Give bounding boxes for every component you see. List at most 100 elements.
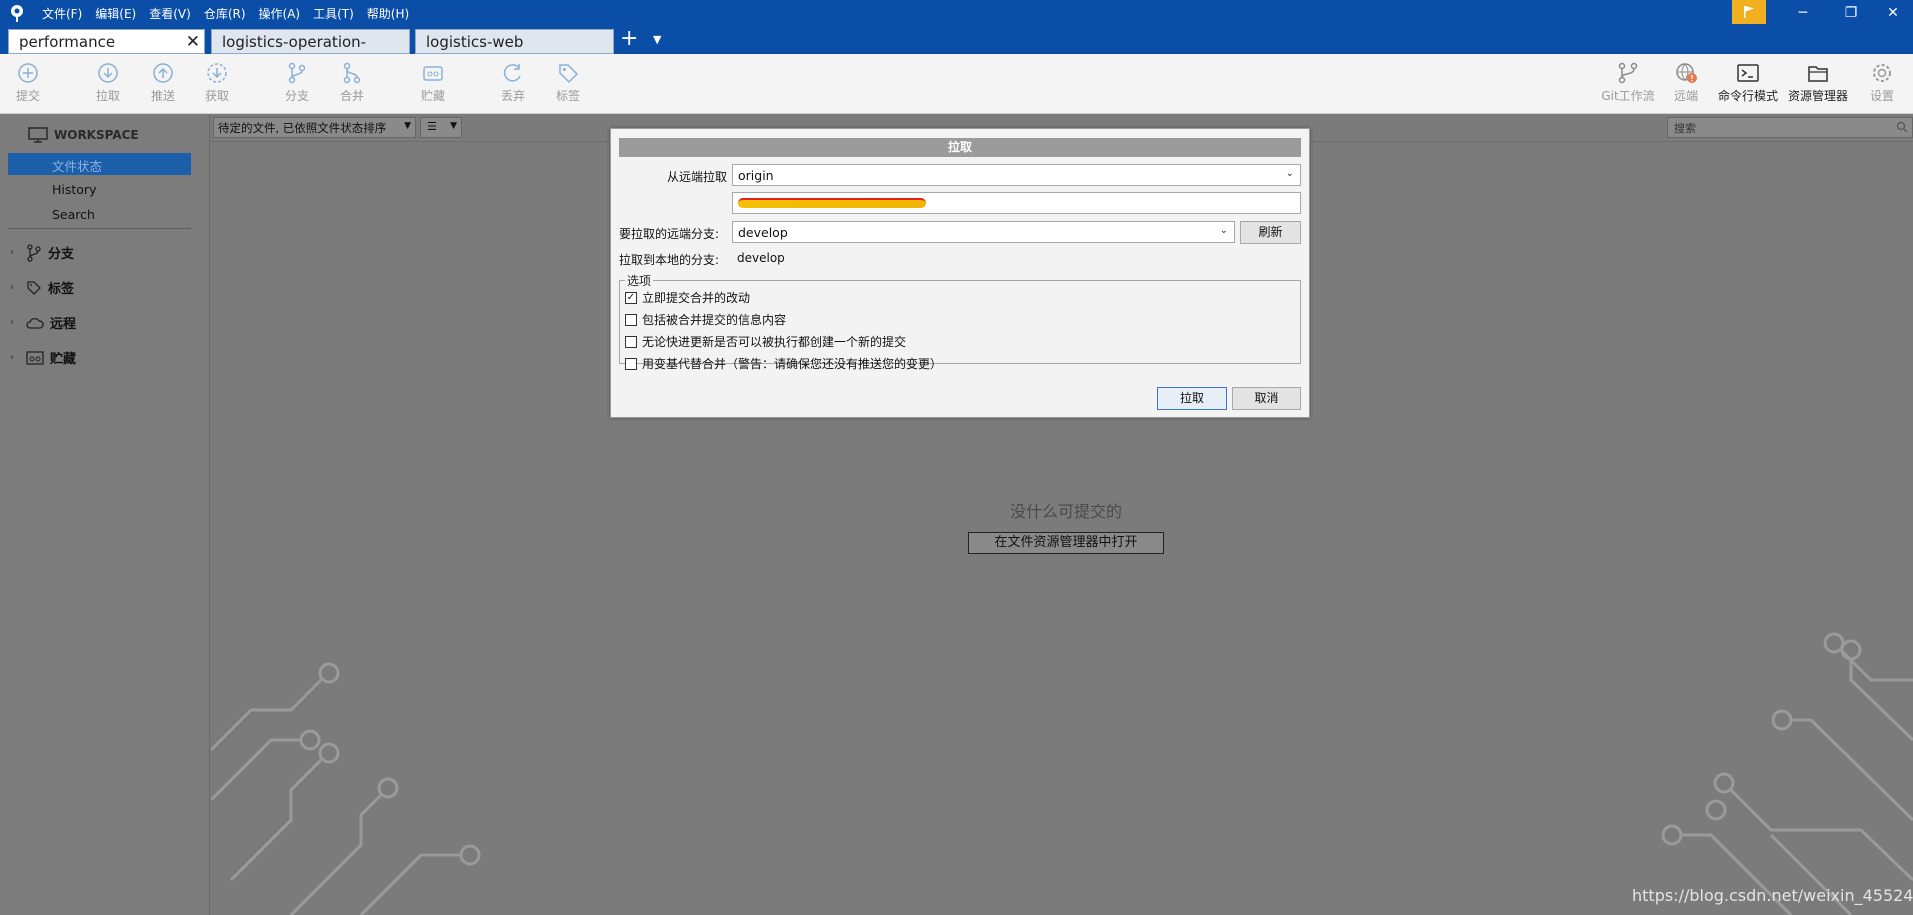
remote-label: 从远端拉取 [667,170,728,184]
gear-icon [1873,64,1891,82]
cloud-icon [26,317,44,329]
refresh-button[interactable]: 刷新 [1240,221,1301,244]
sidebar-item-file-status[interactable]: 文件状态 [8,153,191,175]
file-status-filter-select[interactable]: 待定的文件, 已依照文件状态排序 ▼ [213,117,416,138]
settings-button[interactable]: 设置 [1857,62,1907,104]
tab-dropdown-icon[interactable]: ▼ [653,33,661,46]
merge-icon [343,62,361,84]
fetch-button[interactable]: 获取 [192,62,242,104]
tab-label: performance [19,33,116,51]
close-tab-icon[interactable]: ✕ [186,30,200,54]
remote-url-field[interactable] [732,192,1301,214]
restore-button[interactable]: ❐ [1831,2,1871,24]
option-always-create-commit[interactable]: 无论快进更新是否可以被执行都创建一个新的提交 [625,333,906,350]
local-branch-label: 拉取到本地的分支: [619,253,720,267]
commit-button[interactable]: 提交 [3,62,53,104]
discard-icon [503,64,521,82]
local-branch-value: develop [737,251,785,265]
options-legend: 选项 [625,272,654,289]
option-commit-merged-changes[interactable]: ✓ 立即提交合并的改动 [625,289,750,306]
tab-logistics-operation-web[interactable]: logistics-operation-web(1) [211,29,410,75]
chevron-right-icon: › [10,282,14,293]
chevron-right-icon: › [10,247,14,258]
new-tab-button[interactable]: + [620,28,638,50]
menu-file[interactable]: 文件(F) [42,5,82,22]
menu-view[interactable]: 查看(V) [149,5,191,22]
checkbox-checked[interactable]: ✓ [625,291,637,304]
menu-edit[interactable]: 编辑(E) [95,5,136,22]
tag-icon [27,280,41,295]
tab-logistics-web[interactable]: logistics-web [415,29,614,54]
gitflow-button[interactable]: Git工作流 [1599,62,1657,104]
remote-branch-label: 要拉取的远端分支: [619,227,720,241]
menu-repository[interactable]: 仓库(R) [204,5,246,22]
branch-button[interactable]: 分支 [272,62,322,104]
branch-icon [288,62,306,84]
close-window-button[interactable]: ✕ [1873,2,1913,24]
chevron-down-icon: ⌄ [1285,168,1294,179]
sidebar-item-search[interactable]: Search [52,207,95,222]
fetch-icon [207,63,227,83]
terminal-icon [1737,64,1759,82]
redacted-url-mark [738,198,926,208]
toolbar: 提交 拉取 推送 获取 分支 合并 贮藏 丢弃 标签 Git工作流 远端 命令行… [0,54,1913,114]
commit-icon [18,63,38,83]
push-button[interactable]: 推送 [138,62,188,104]
search-icon [1896,121,1908,133]
option-include-merged-messages[interactable]: 包括被合并提交的信息内容 [625,311,786,328]
view-mode-select[interactable]: ☰ ▼ [420,117,462,138]
tab-bar: performance ✕ logistics-operation-web(1)… [0,26,1913,75]
chevron-down-icon: ⌄ [1219,225,1228,236]
sourcetree-logo-icon[interactable] [8,4,26,22]
pull-icon [98,63,118,83]
globe-icon [1676,63,1697,83]
merge-button[interactable]: 合并 [327,62,377,104]
option-rebase-instead-of-merge[interactable]: 用变基代替合并（警告：请确保您还没有推送您的变更） [625,355,942,372]
pull-ok-button[interactable]: 拉取 [1157,387,1227,410]
title-bar: 文件(F) 编辑(E) 查看(V) 仓库(R) 操作(A) 工具(T) 帮助(H… [0,0,1913,26]
pull-button[interactable]: 拉取 [83,62,133,104]
sidebar-section-tags[interactable]: › 标签 [10,278,74,297]
push-icon [153,63,173,83]
menu-tools[interactable]: 工具(T) [313,5,354,22]
open-in-explorer-button[interactable]: 在文件资源管理器中打开 [968,532,1164,554]
workspace-header: WORKSPACE [28,127,139,143]
menu-help[interactable]: 帮助(H) [367,5,409,22]
flag-icon[interactable] [1732,0,1766,24]
checkbox[interactable] [625,335,637,348]
tag-button[interactable]: 标签 [543,62,593,104]
terminal-button[interactable]: 命令行模式 [1717,62,1779,104]
remote-branch-select[interactable]: develop ⌄ [732,221,1235,243]
sidebar: WORKSPACE 文件状态 History Search › 分支 › 标签 … [0,115,210,915]
chevron-down-icon: ▼ [450,121,457,131]
discard-button[interactable]: 丢弃 [488,62,538,104]
sidebar-section-branches[interactable]: › 分支 [10,243,74,262]
remote-select[interactable]: origin ⌄ [732,164,1301,186]
chevron-right-icon: › [10,352,14,363]
sidebar-section-stashes[interactable]: › 贮藏 [10,348,76,367]
sidebar-divider [8,228,191,229]
folder-icon [1808,66,1828,82]
tag-icon [559,64,579,84]
branch-icon [27,243,41,262]
sidebar-item-history[interactable]: History [52,182,96,197]
remote-button[interactable]: 远端 [1661,62,1711,104]
checkbox[interactable] [625,357,637,370]
explorer-button[interactable]: 资源管理器 [1786,62,1850,104]
stash-icon [26,350,44,365]
menu-actions[interactable]: 操作(A) [259,5,301,22]
chevron-down-icon: ▼ [404,121,411,131]
sidebar-section-remotes[interactable]: › 远程 [10,313,76,332]
tab-performance[interactable]: performance ✕ [8,29,205,54]
tab-label: logistics-web [426,33,524,51]
gitflow-icon [1618,62,1638,84]
chevron-right-icon: › [10,317,14,328]
search-input[interactable]: 搜索 [1667,117,1913,138]
cancel-button[interactable]: 取消 [1232,387,1301,410]
dialog-title: 拉取 [619,138,1301,157]
monitor-icon [28,127,48,143]
minimize-button[interactable]: ─ [1783,2,1823,24]
stash-button[interactable]: 贮藏 [408,62,458,104]
empty-state-message: 没什么可提交的 [1010,502,1123,521]
checkbox[interactable] [625,313,637,326]
